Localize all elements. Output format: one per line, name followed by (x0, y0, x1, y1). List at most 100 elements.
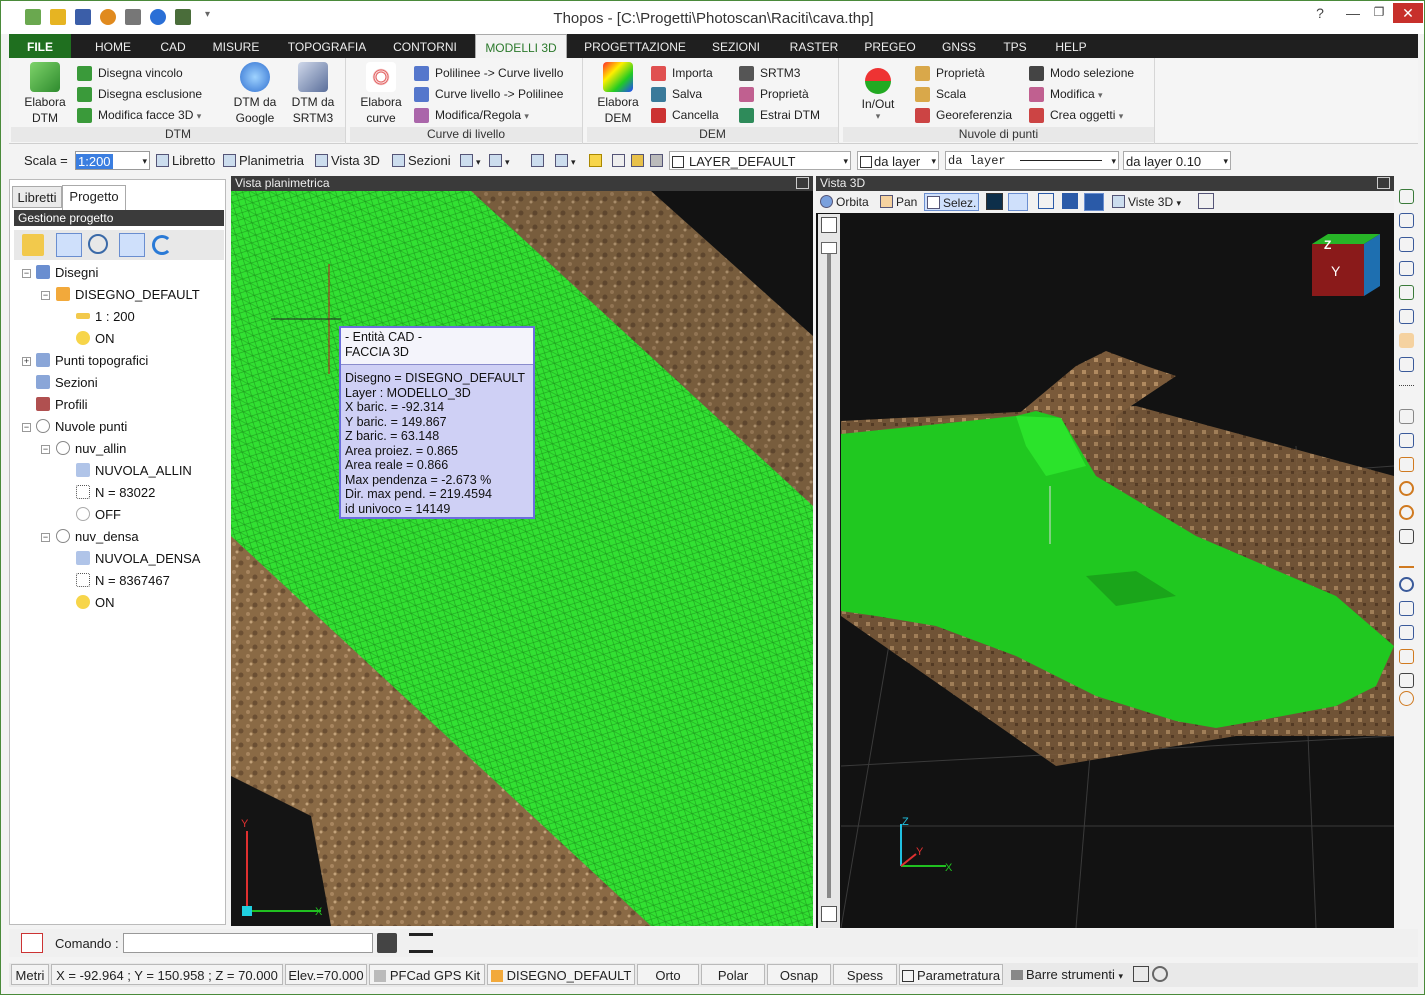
expand-nuv-densa[interactable]: − (41, 533, 50, 542)
layer-select[interactable]: LAYER_DEFAULT ▾ (669, 151, 851, 170)
tree-layout-icon[interactable] (22, 234, 44, 256)
layer-print-button[interactable] (650, 151, 666, 170)
layer-lock-button[interactable] (631, 151, 647, 170)
help-caret-icon[interactable]: ? (1309, 5, 1331, 23)
tree-on-1[interactable]: ON (76, 331, 115, 346)
vista3d-button[interactable]: Vista 3D (315, 151, 380, 170)
dem-salva-button[interactable]: Salva (651, 84, 702, 104)
tab-libretti[interactable]: Libretti (12, 186, 62, 208)
tree-nuvole-punti[interactable]: Nuvole punti (36, 419, 127, 434)
tab-topografia[interactable]: TOPOGRAFIA (277, 34, 377, 58)
tree-profili[interactable]: Profili (36, 397, 88, 412)
dtm-srtm3-button[interactable]: DTM da SRTM3 (287, 62, 339, 126)
solid-cube-icon[interactable] (1062, 193, 1078, 209)
maximize-button[interactable]: ❐ (1367, 5, 1391, 23)
tab-progettazione[interactable]: PROGETTAZIONE (577, 34, 693, 58)
tab-progetto[interactable]: Progetto (62, 185, 126, 210)
settings-gear-icon[interactable] (1152, 966, 1168, 982)
crea-oggetti-button[interactable]: Crea oggetti ▾ (1029, 105, 1123, 125)
tab-misure[interactable]: MISURE (205, 34, 267, 58)
elabora-dtm-button[interactable]: Elabora DTM (19, 62, 71, 126)
modifica-regola-button[interactable]: Modifica/Regola ▾ (414, 105, 529, 125)
tree-nuvola-allin[interactable]: NUVOLA_ALLIN (76, 463, 192, 478)
snap-node-icon[interactable] (1399, 673, 1414, 688)
tab-modelli-3d[interactable]: MODELLI 3D (475, 34, 567, 58)
tab-home[interactable]: HOME (83, 34, 143, 58)
grid-toggle-icon[interactable] (1008, 193, 1028, 211)
expand-disegni[interactable]: − (22, 269, 31, 278)
zoom-previous-icon[interactable] (1399, 309, 1414, 324)
fullscreen-icon[interactable] (1133, 966, 1149, 982)
gps-kit-button[interactable]: PFCad GPS Kit (369, 964, 485, 985)
snap-nearest-icon[interactable] (1399, 601, 1414, 616)
tab-sezioni[interactable]: SEZIONI (705, 34, 767, 58)
fly-icon[interactable] (1198, 193, 1214, 209)
snap-settings-icon[interactable] (1399, 691, 1414, 706)
dtm-google-button[interactable]: DTM da Google (229, 62, 281, 126)
dem-cancella-button[interactable]: Cancella (651, 105, 719, 125)
spess-toggle[interactable]: Spess (833, 964, 897, 985)
command-input[interactable] (123, 933, 373, 953)
tree-nuvola-densa[interactable]: NUVOLA_DENSA (76, 551, 200, 566)
nuvole-modifica-button[interactable]: Modifica ▾ (1029, 84, 1103, 104)
dem-importa-button[interactable]: Importa (651, 63, 713, 83)
tree-n-densa[interactable]: N = 8367467 (76, 573, 170, 588)
tree-sezioni[interactable]: Sezioni (36, 375, 98, 390)
disegna-esclusione-button[interactable]: Disegna esclusione (77, 84, 202, 104)
lineweight-select[interactable]: da layer 0.10 ▾ (1123, 151, 1231, 170)
modo-selezione-button[interactable]: Modo selezione (1029, 63, 1134, 83)
plan-canvas[interactable] (231, 176, 813, 926)
tab-raster[interactable]: RASTER (779, 34, 849, 58)
search-icon[interactable] (88, 234, 108, 254)
dem-srtm3-button[interactable]: SRTM3 (739, 63, 800, 83)
tab-help[interactable]: HELP (1045, 34, 1097, 58)
snap-perpendicular-icon[interactable] (1399, 553, 1414, 568)
tree-nuv-densa[interactable]: nuv_densa (56, 529, 139, 544)
selez-button[interactable]: Selez. (924, 193, 980, 211)
estrai-dtm-button[interactable]: Estrai DTM (739, 105, 820, 125)
layer-freeze-button[interactable] (612, 151, 628, 170)
disegna-vincolo-button[interactable]: Disegna vincolo (77, 63, 183, 83)
minimize-button[interactable]: — (1341, 5, 1365, 23)
parametratura-button[interactable]: Parametratura (899, 964, 1003, 985)
linetype-select[interactable]: da layer ▾ (945, 151, 1119, 170)
snap-endpoint-icon[interactable] (1399, 409, 1414, 424)
refresh-icon[interactable] (152, 235, 172, 255)
grid-small-icon[interactable] (821, 217, 837, 233)
sezioni-button[interactable]: Sezioni (392, 151, 451, 170)
shaded-cube-icon[interactable] (1084, 193, 1104, 211)
elabora-curve-button[interactable]: Elabora curve (356, 62, 406, 126)
osnap-toggle[interactable]: Osnap (767, 964, 831, 985)
libretto-button[interactable]: Libretto (156, 151, 215, 170)
nuvole-proprieta-button[interactable]: Proprietà (915, 63, 985, 83)
layer-on-button[interactable] (589, 151, 605, 170)
calculator-icon[interactable] (377, 933, 397, 953)
tab-tps[interactable]: TPS (993, 34, 1037, 58)
expand-punti[interactable]: + (22, 357, 31, 366)
sync-icon[interactable] (119, 233, 145, 257)
plan-maximize-button[interactable] (796, 177, 809, 189)
tab-gnss[interactable]: GNSS (935, 34, 983, 58)
layout-split2-button[interactable]: ▾ (489, 151, 510, 170)
view-3d-viewport[interactable]: Vista 3D Orbita Pan Selez. Viste 3D ▾ Z … (816, 176, 1394, 928)
tree-n-allin[interactable]: N = 83022 (76, 485, 155, 500)
color-select[interactable]: da layer ▾ (857, 151, 939, 170)
zoom-window-icon[interactable] (1399, 213, 1414, 228)
regen-icon[interactable] (1399, 357, 1414, 372)
slider-thumb[interactable] (821, 242, 837, 254)
view-3d-maximize-button[interactable] (1377, 177, 1390, 189)
grid-large-icon[interactable] (821, 906, 837, 922)
tree-on-2[interactable]: ON (76, 595, 115, 610)
background-color-icon[interactable] (986, 193, 1003, 210)
dem-proprieta-button[interactable]: Proprietà (739, 84, 809, 104)
polar-toggle[interactable]: Polar (701, 964, 765, 985)
tree-disegno-default[interactable]: DISEGNO_DEFAULT (56, 287, 200, 302)
tree-off[interactable]: OFF (76, 507, 121, 522)
snap-extension-icon[interactable] (1399, 649, 1414, 664)
planimetria-button[interactable]: Planimetria (223, 151, 304, 170)
snap-midpoint-icon[interactable] (1399, 457, 1414, 472)
elevation-display[interactable]: Elev.=70.000 (285, 964, 367, 985)
snap-line-icon[interactable] (1399, 385, 1414, 400)
viste-3d-button[interactable]: Viste 3D ▾ (1112, 193, 1181, 211)
snap-parallel-icon[interactable] (1399, 625, 1414, 640)
